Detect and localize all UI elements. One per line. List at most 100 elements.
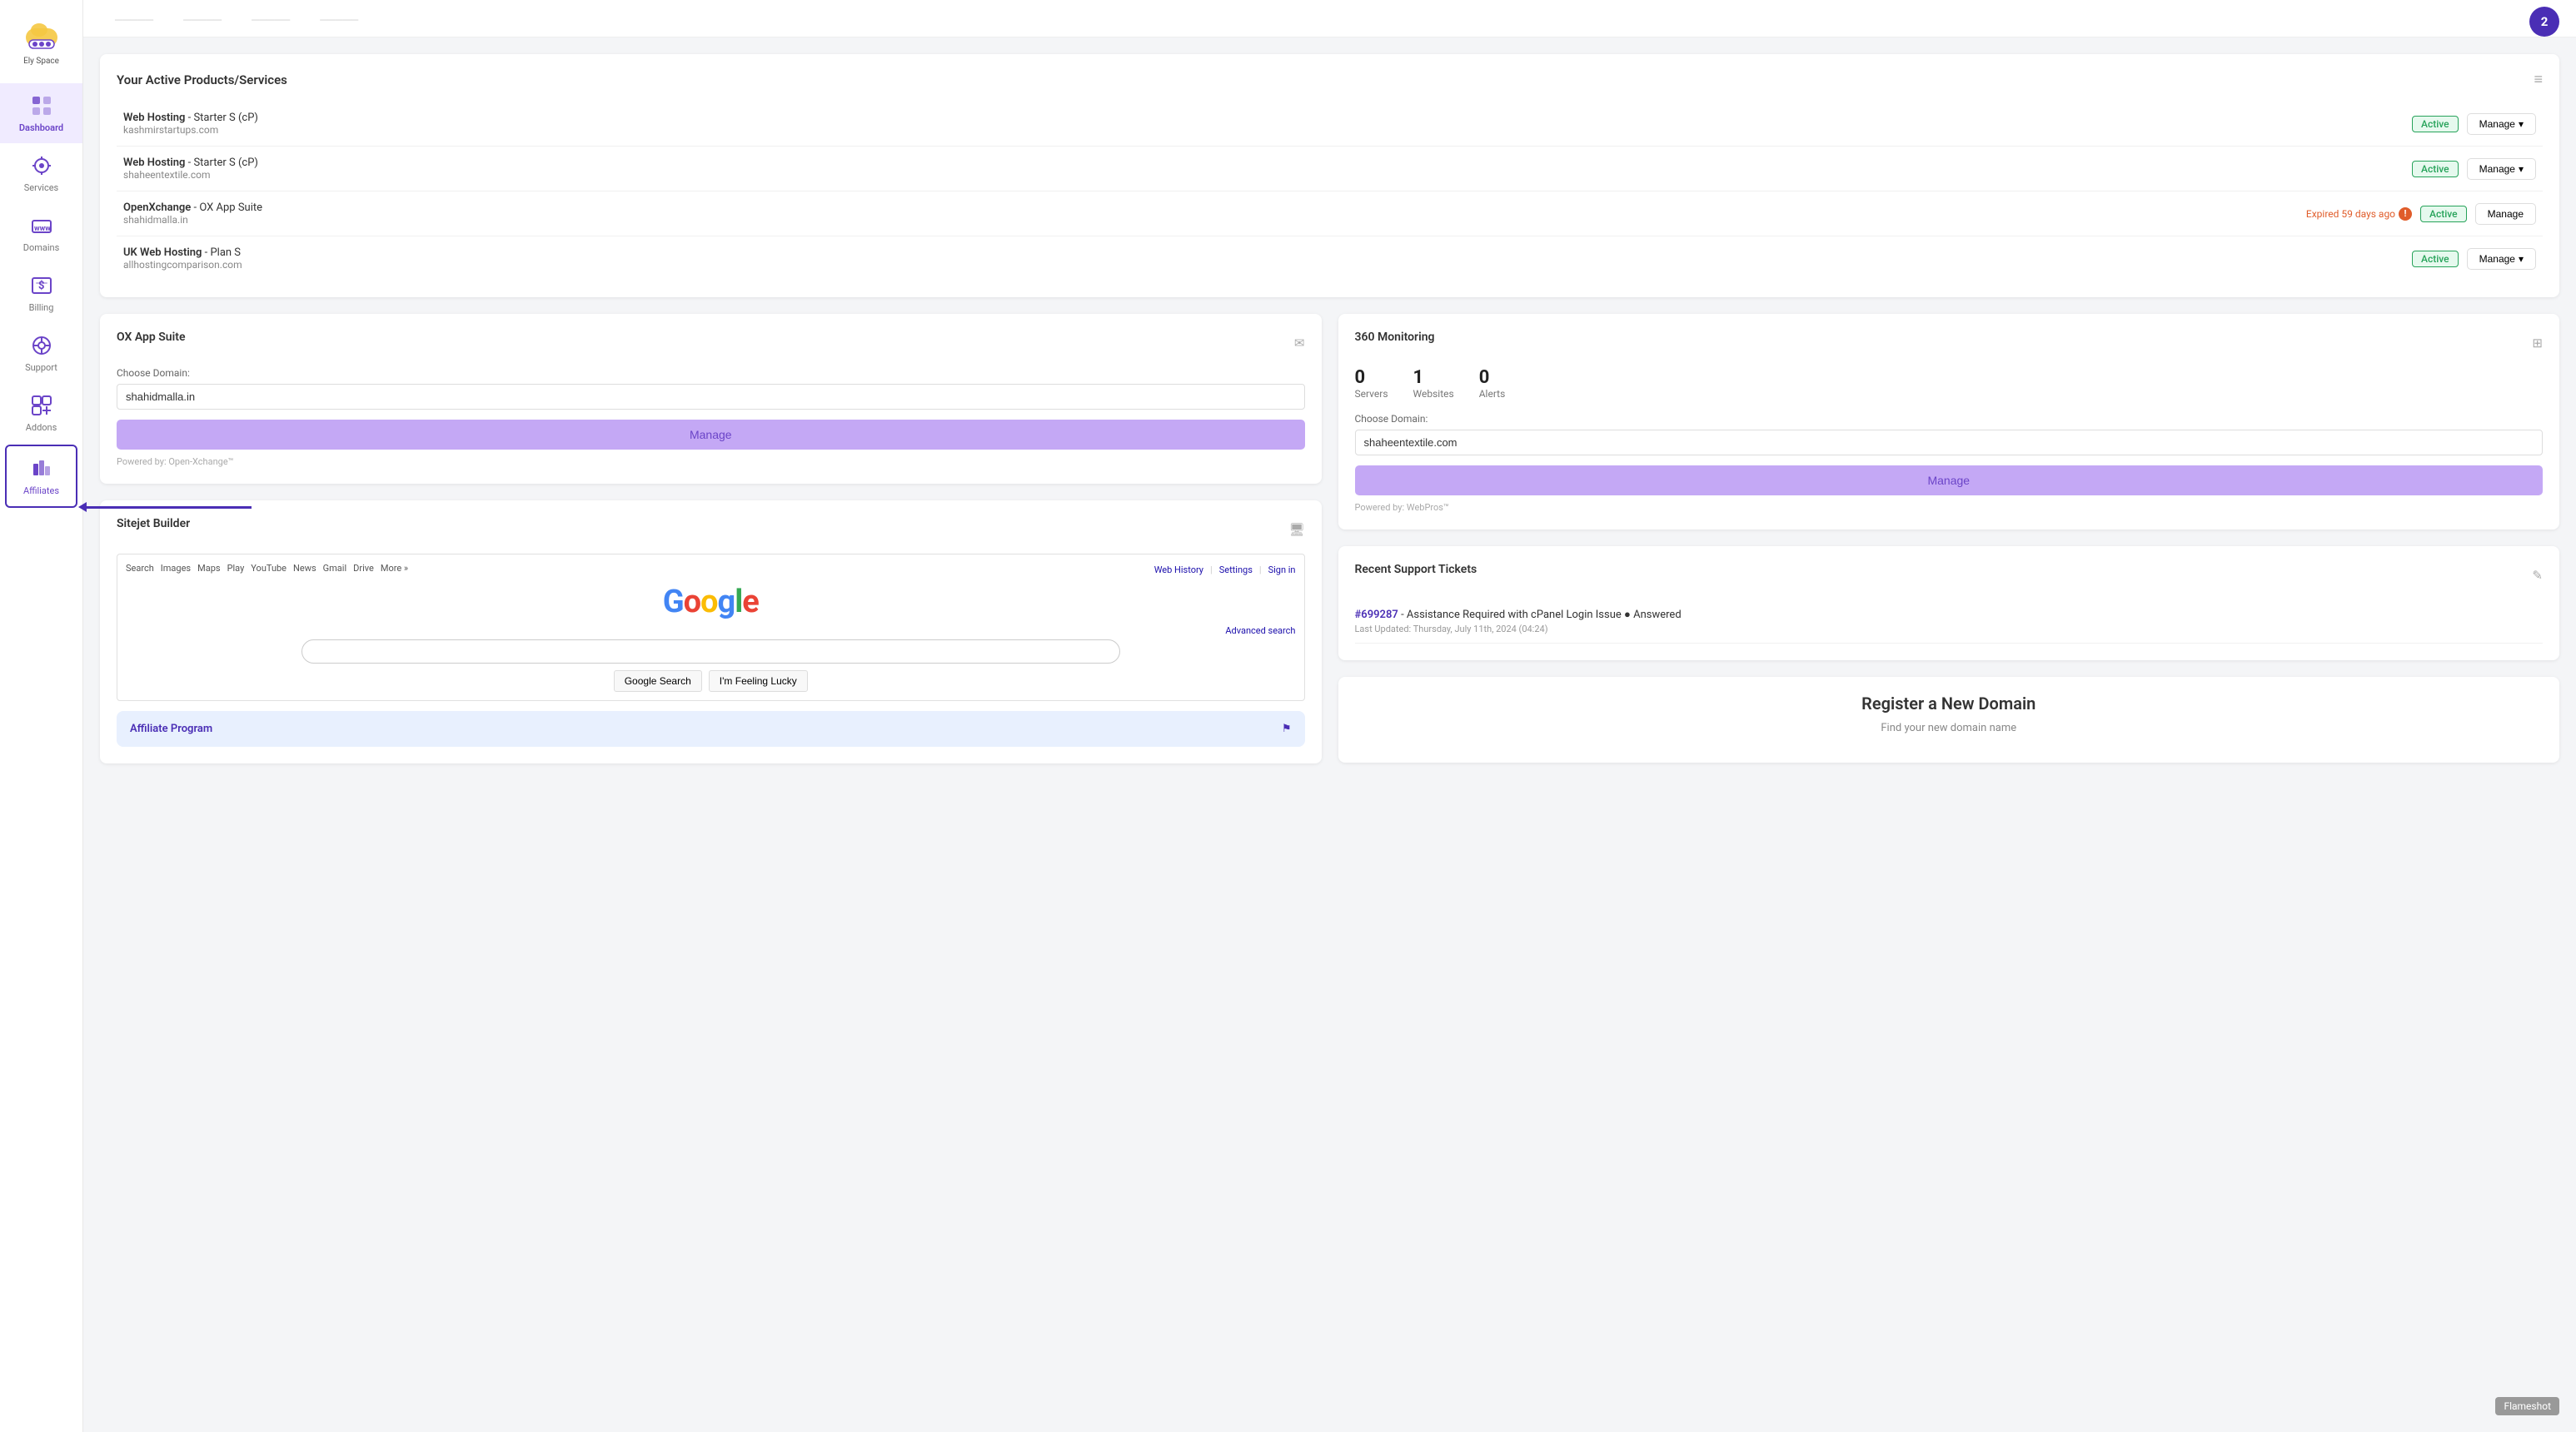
svg-text:$: $ <box>38 280 44 292</box>
sitejet-content: Search Images Maps Play YouTube News Gma… <box>117 554 1305 701</box>
link-drive[interactable]: Drive <box>353 563 374 574</box>
sidebar-item-addons[interactable]: Addons <box>0 383 82 443</box>
link-gmail[interactable]: Gmail <box>323 563 346 574</box>
sidebar-label-billing: Billing <box>29 302 54 313</box>
expired-notice: Expired 59 days ago ! <box>2306 207 2412 221</box>
service-domain: shahidmalla.in <box>123 214 1044 226</box>
logo-icon <box>22 17 61 55</box>
sidebar: Ely Space Dashboard Services <box>0 0 83 1432</box>
ox-domain-select[interactable]: shahidmalla.in <box>117 384 1305 410</box>
support-icon: ✎ <box>2532 568 2543 583</box>
google-logo: Google <box>126 584 1296 620</box>
domains-icon: www <box>29 213 54 238</box>
link-news[interactable]: News <box>293 563 316 574</box>
tab-4[interactable]: ───── <box>305 5 373 37</box>
logo-text: Ely Space <box>23 57 59 67</box>
service-name: Web Hosting - Starter S (cP) <box>123 112 1044 124</box>
tab-3[interactable]: ───── <box>237 5 305 37</box>
status-badge: Active <box>2412 251 2459 267</box>
monitoring-powered-by: Powered by: WebPros™ <box>1355 502 2544 513</box>
products-menu-icon[interactable]: ≡ <box>2534 71 2543 88</box>
service-name: OpenXchange - OX App Suite <box>123 201 1044 214</box>
manage-button[interactable]: Manage <box>2475 203 2536 225</box>
ticket-dot: ● <box>1624 609 1631 621</box>
ox-header: OX App Suite ✉ <box>117 331 1305 356</box>
products-header: Your Active Products/Services ≡ <box>117 71 2543 88</box>
sitejet-web-links: Web History | Settings | Sign in <box>1154 564 1296 575</box>
flameshot-badge: Flameshot <box>2495 1397 2559 1415</box>
link-play[interactable]: Play <box>227 563 245 574</box>
products-title: Your Active Products/Services <box>117 72 287 87</box>
affiliate-program-title: Affiliate Program <box>130 723 212 735</box>
ticket-info: #699287 - Assistance Required with cPane… <box>1355 608 2544 621</box>
monitoring-header: 360 Monitoring ⊞ <box>1355 331 2544 356</box>
products-services-card: Your Active Products/Services ≡ Web Host… <box>100 54 2559 297</box>
monitoring-domain-select[interactable]: shaheentextile.com <box>1355 430 2544 455</box>
table-row: OpenXchange - OX App Suite shahidmalla.i… <box>117 191 2543 236</box>
sitejet-icon: 🖥 <box>1288 522 1304 537</box>
google-search-input[interactable] <box>301 639 1120 664</box>
support-icon <box>29 333 54 358</box>
monitoring-manage-button[interactable]: Manage <box>1355 465 2544 495</box>
affiliates-icon <box>29 456 54 481</box>
google-search-button[interactable]: Google Search <box>614 670 702 692</box>
sidebar-item-services[interactable]: Services <box>0 143 82 203</box>
service-info: UK Web Hosting - Plan S allhostingcompar… <box>117 236 1051 281</box>
sidebar-item-support[interactable]: Support <box>0 323 82 383</box>
link-more[interactable]: More » <box>381 563 408 574</box>
sidebar-label-domains: Domains <box>23 242 60 253</box>
service-actions: Active Manage ▾ <box>1051 147 2543 191</box>
sitejet-card: Sitejet Builder 🖥 Search Images Maps Pla… <box>100 500 1322 763</box>
tab-1[interactable]: ───── <box>100 5 168 37</box>
register-domain-card: Register a New Domain Find your new doma… <box>1338 677 2560 763</box>
monitoring-stats: 0 Servers 1 Websites 0 Alerts <box>1355 367 2544 400</box>
stat-alerts: 0 Alerts <box>1479 367 1506 400</box>
svg-text:www: www <box>34 225 51 233</box>
service-info: Web Hosting - Starter S (cP) kashmirstar… <box>117 102 1051 147</box>
right-column: 360 Monitoring ⊞ 0 Servers 1 Websites <box>1338 314 2560 763</box>
stat-alerts-label: Alerts <box>1479 388 1506 400</box>
link-sign-in[interactable]: Sign in <box>1268 564 1296 575</box>
stat-websites: 1 Websites <box>1413 367 1454 400</box>
link-images[interactable]: Images <box>161 563 191 574</box>
link-search[interactable]: Search <box>126 563 154 574</box>
sitejet-title: Sitejet Builder <box>117 517 190 530</box>
monitoring-icon: ⊞ <box>2532 336 2543 351</box>
manage-button[interactable]: Manage ▾ <box>2467 248 2536 270</box>
tab-2[interactable]: ───── <box>168 5 237 37</box>
sidebar-item-affiliates[interactable]: Affiliates <box>5 445 77 508</box>
sidebar-item-domains[interactable]: www Domains <box>0 203 82 263</box>
dashboard-icon <box>29 93 54 118</box>
link-settings[interactable]: Settings <box>1219 564 1253 575</box>
top-tab-bar: ───── ───── ───── ───── 2 <box>83 0 2576 37</box>
link-youtube[interactable]: YouTube <box>251 563 286 574</box>
ox-domain-label: Choose Domain: <box>117 367 1305 379</box>
ox-app-suite-card: OX App Suite ✉ Choose Domain: shahidmall… <box>100 314 1322 484</box>
service-domain: kashmirstartups.com <box>123 124 1044 136</box>
ox-title: OX App Suite <box>117 331 185 344</box>
ox-manage-button[interactable]: Manage <box>117 420 1305 450</box>
sidebar-item-billing[interactable]: $ Billing <box>0 263 82 323</box>
link-maps[interactable]: Maps <box>197 563 220 574</box>
notification-badge[interactable]: 2 <box>2529 7 2559 37</box>
left-column: OX App Suite ✉ Choose Domain: shahidmall… <box>100 314 1322 763</box>
advanced-search-link[interactable]: Advanced search <box>1225 625 1295 636</box>
ticket-description: - Assistance Required with cPanel Login … <box>1401 609 1622 621</box>
service-name: UK Web Hosting - Plan S <box>123 246 1044 259</box>
link-web-history[interactable]: Web History <box>1154 564 1203 575</box>
ticket-row: #699287 - Assistance Required with cPane… <box>1355 599 2544 644</box>
sidebar-item-dashboard[interactable]: Dashboard <box>0 83 82 143</box>
ticket-updated: Last Updated: Thursday, July 11th, 2024 … <box>1355 624 2544 634</box>
manage-button[interactable]: Manage ▾ <box>2467 113 2536 135</box>
service-actions: Active Manage ▾ <box>1051 236 2543 281</box>
support-title: Recent Support Tickets <box>1355 563 1477 576</box>
status-badge: Active <box>2420 206 2467 222</box>
register-domain-subtitle: Find your new domain name <box>1355 722 2544 734</box>
feeling-lucky-button[interactable]: I'm Feeling Lucky <box>709 670 808 692</box>
ticket-id[interactable]: #699287 <box>1355 609 1398 621</box>
manage-button[interactable]: Manage ▾ <box>2467 158 2536 180</box>
ox-icon: ✉ <box>1294 336 1305 351</box>
table-row: Web Hosting - Starter S (cP) kashmirstar… <box>117 102 2543 147</box>
table-row: UK Web Hosting - Plan S allhostingcompar… <box>117 236 2543 281</box>
ox-powered-by: Powered by: Open-Xchange™ <box>117 456 1305 467</box>
